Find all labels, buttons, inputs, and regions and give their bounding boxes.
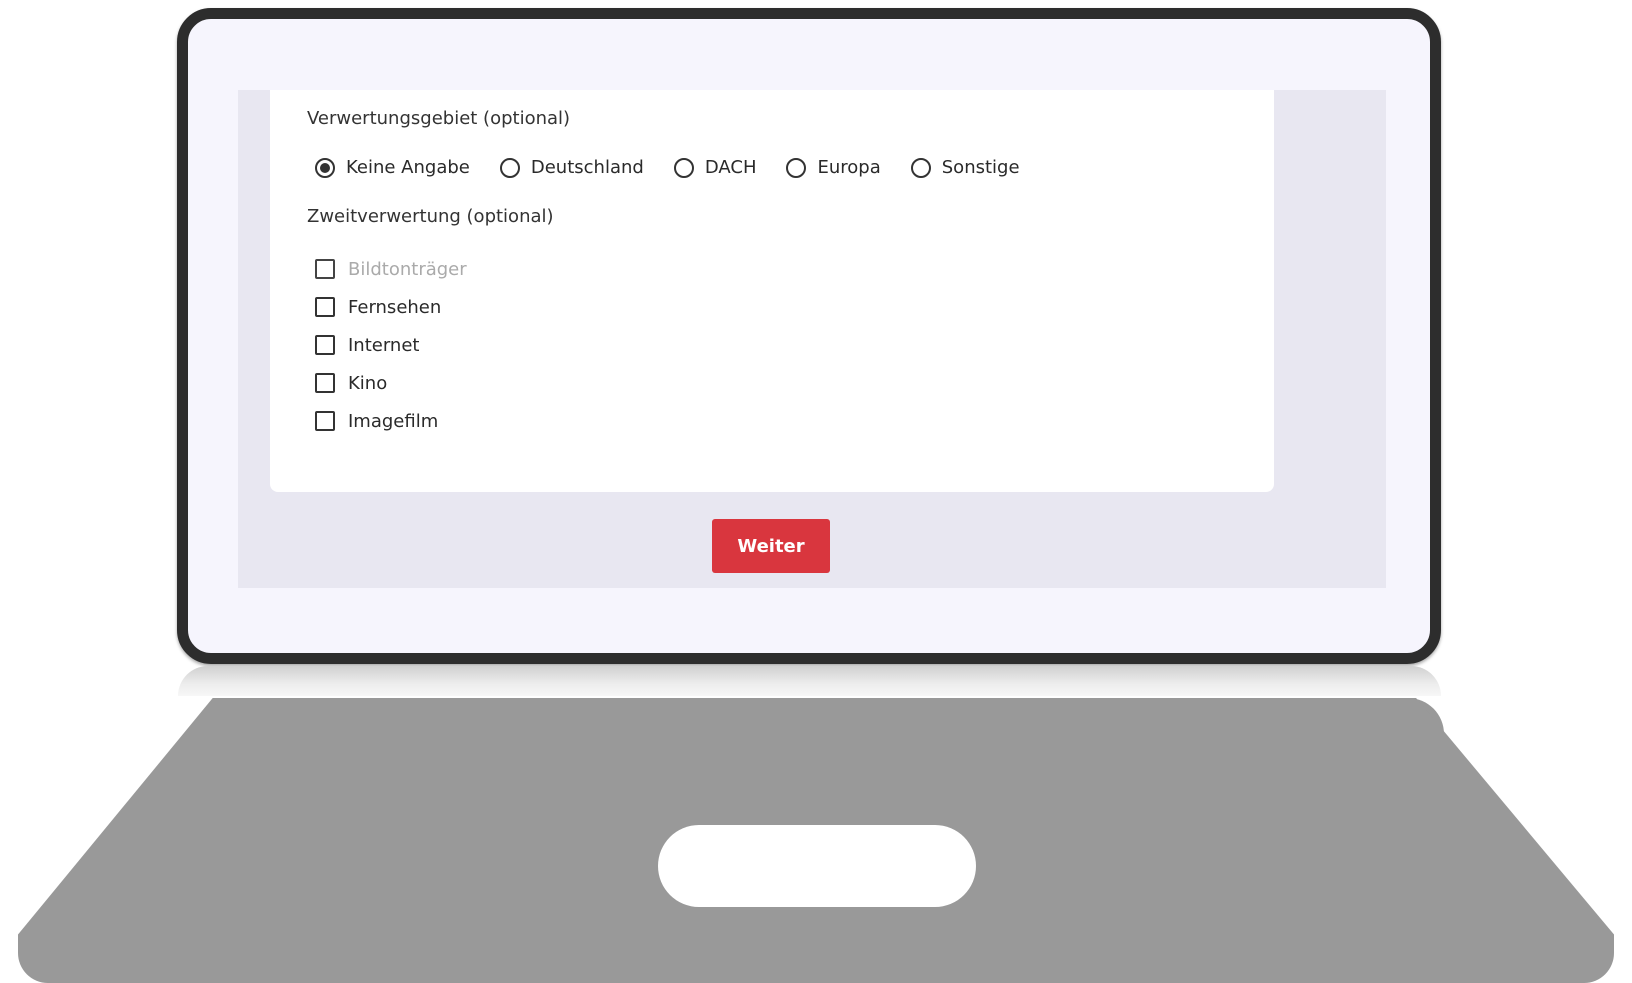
radio-button[interactable] — [786, 157, 807, 178]
territory-radio-group: Keine Angabe Deutschland DACH Europa Son… — [315, 157, 1050, 178]
checkbox-option-kino[interactable]: Kino — [315, 364, 467, 402]
radio-option-dach[interactable]: DACH — [673, 157, 757, 178]
checkbox-label: Imagefilm — [348, 410, 439, 432]
radio-label: Deutschland — [530, 157, 644, 178]
radio-option-sonstige[interactable]: Sonstige — [910, 157, 1020, 178]
checkbox-label: Internet — [348, 334, 420, 356]
checkbox-label: Bildtonträger — [348, 258, 467, 280]
radio-label: DACH — [704, 157, 757, 178]
next-button[interactable]: Weiter — [712, 519, 830, 573]
radio-button[interactable] — [315, 157, 335, 178]
checkbox-label: Kino — [348, 372, 388, 394]
radio-button[interactable] — [673, 157, 694, 178]
radio-label: Europa — [817, 157, 881, 178]
radio-option-europa[interactable]: Europa — [786, 157, 881, 178]
screen-content: Verwertungsgebiet (optional) Keine Angab… — [238, 90, 1386, 588]
laptop-hinge — [178, 666, 1441, 696]
checkbox-option-bildtontraeger: Bildtonträger — [315, 250, 467, 288]
territory-label: Verwertungsgebiet (optional) — [307, 108, 571, 129]
radio-button[interactable] — [499, 157, 520, 178]
checkbox[interactable] — [315, 411, 335, 431]
checkbox[interactable] — [315, 373, 335, 393]
checkbox-option-internet[interactable]: Internet — [315, 326, 467, 364]
radio-button[interactable] — [910, 157, 931, 178]
radio-option-keine-angabe[interactable]: Keine Angabe — [315, 157, 470, 178]
radio-label: Sonstige — [941, 157, 1020, 178]
checkbox-option-imagefilm[interactable]: Imagefilm — [315, 402, 467, 440]
checkbox — [315, 259, 335, 279]
checkbox[interactable] — [315, 297, 335, 317]
checkbox[interactable] — [315, 335, 335, 355]
checkbox-label: Fernsehen — [348, 296, 442, 318]
laptop-trackpad — [658, 825, 976, 907]
radio-label: Keine Angabe — [346, 157, 470, 178]
secondary-use-label: Zweitverwertung (optional) — [307, 206, 554, 227]
form-card: Verwertungsgebiet (optional) Keine Angab… — [270, 90, 1274, 492]
checkbox-option-fernsehen[interactable]: Fernsehen — [315, 288, 467, 326]
secondary-use-checkbox-group: Bildtonträger Fernsehen Internet Kino Im… — [315, 250, 467, 440]
radio-option-deutschland[interactable]: Deutschland — [499, 157, 644, 178]
